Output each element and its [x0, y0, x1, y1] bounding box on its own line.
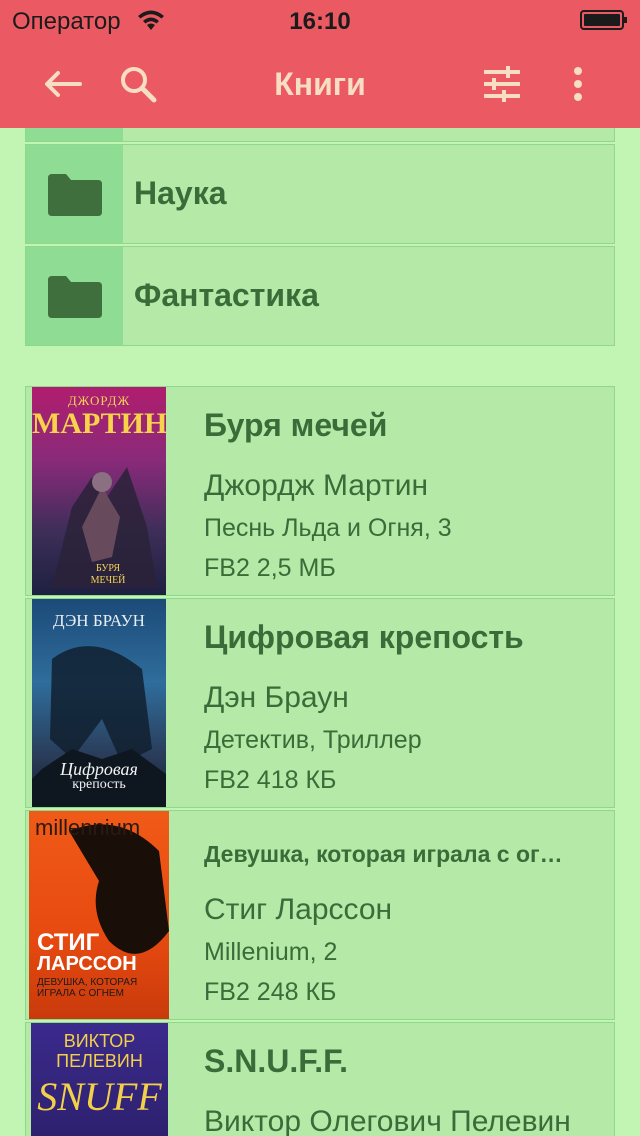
status-bar: Оператор 16:10 — [0, 0, 640, 40]
book-title: Цифровая крепость — [204, 619, 524, 655]
folder-row-partial[interactable] — [25, 128, 615, 142]
book-row[interactable]: millennium СТИГ ЛАРССОН ДЕВУШКА, КОТОРАЯ… — [25, 810, 615, 1020]
folder-label: Фантастика — [134, 277, 319, 313]
folder-row[interactable]: Фантастика — [25, 246, 615, 346]
book-title: Буря мечей — [204, 407, 388, 443]
folder-row[interactable]: Наука — [25, 144, 615, 244]
book-cover[interactable]: ДЖОРДЖ МАРТИН БУРЯ МЕЧЕЙ — [32, 387, 166, 595]
book-format-size: FB2 2,5 МБ — [204, 554, 336, 582]
book-series: Детектив, Триллер — [204, 726, 422, 754]
book-title: Девушка, которая играла с огнем — [204, 841, 574, 867]
folder-label: Наука — [134, 175, 227, 211]
filter-button[interactable] — [478, 60, 526, 108]
book-format-size: FB2 248 КБ — [204, 978, 337, 1006]
book-row[interactable]: ДЖОРДЖ МАРТИН БУРЯ МЕЧЕЙ Буря мечей Джор… — [25, 386, 615, 596]
more-button[interactable] — [554, 60, 602, 108]
app-header: Оператор 16:10 Книги — [0, 0, 640, 128]
more-vertical-icon — [574, 67, 582, 101]
book-author: Стиг Ларссон — [204, 893, 393, 926]
book-author: Виктор Олегович Пелевин — [204, 1105, 571, 1136]
book-series: Песнь Льда и Огня, 3 — [204, 514, 452, 542]
clock: 16:10 — [289, 8, 351, 35]
book-cover[interactable]: ДЭН БРАУН Цифровая крепость — [32, 599, 166, 807]
battery-icon — [580, 10, 627, 30]
filter-sliders-icon — [484, 66, 520, 102]
book-cover[interactable]: ВИКТОР ПЕЛЕВИН SNUFF — [31, 1023, 168, 1136]
book-author: Джордж Мартин — [204, 469, 429, 502]
book-format-size: FB2 418 КБ — [204, 766, 337, 794]
book-series: Millenium, 2 — [204, 938, 338, 966]
folder-icon — [47, 174, 102, 216]
book-title: S.N.U.F.F. — [204, 1043, 349, 1079]
book-cover[interactable]: millennium СТИГ ЛАРССОН ДЕВУШКА, КОТОРАЯ… — [29, 811, 169, 1019]
page-title: Книги — [274, 66, 366, 102]
book-row[interactable]: ВИКТОР ПЕЛЕВИН SNUFF S.N.U.F.F. Виктор О… — [25, 1022, 615, 1136]
book-author: Дэн Браун — [204, 681, 349, 714]
folder-icon — [47, 276, 102, 318]
book-row[interactable]: ДЭН БРАУН Цифровая крепость Цифровая кре… — [25, 598, 615, 808]
